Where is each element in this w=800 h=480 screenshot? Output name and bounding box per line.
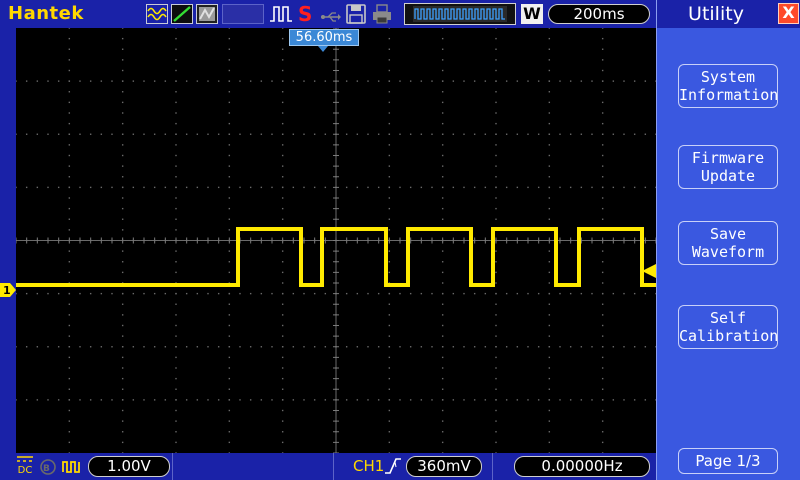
coupling-label: DC — [17, 465, 33, 476]
stop-indicator: S — [298, 2, 313, 26]
waveform-display[interactable] — [16, 28, 656, 453]
menu-item-label: Update — [700, 167, 756, 185]
menu-item-label: System — [700, 68, 756, 86]
menu-item-label: Calibration — [679, 327, 779, 345]
system-information-button[interactable]: System Information — [678, 64, 778, 108]
save-icon[interactable] — [346, 3, 366, 25]
menu-title-bar: Utility X — [657, 0, 800, 28]
menu-item-label: Self — [709, 309, 747, 327]
invert-icon[interactable] — [62, 458, 82, 476]
page-indicator-button[interactable]: Page 1/3 — [678, 448, 778, 474]
trigger-position-arrow-icon — [318, 46, 328, 52]
status-field — [222, 4, 264, 24]
coupling-indicator[interactable]: DC — [16, 455, 34, 477]
trigger-position-time[interactable]: 56.60ms — [289, 29, 359, 46]
close-button[interactable]: X — [778, 3, 799, 24]
persistence-icon[interactable] — [196, 4, 218, 24]
usb-icon — [320, 8, 342, 22]
print-icon[interactable] — [372, 3, 392, 25]
self-calibration-button[interactable]: Self Calibration — [678, 305, 778, 349]
graticule-and-trace — [16, 28, 656, 453]
ch1-volts-per-div[interactable]: 1.00V — [88, 456, 170, 477]
wave-badge: W — [521, 4, 543, 24]
trigger-level-marker-icon[interactable] — [642, 263, 656, 278]
frequency-readout: 0.00000Hz — [514, 456, 650, 477]
svg-text:B: B — [43, 464, 50, 474]
bottom-status-bar: DC B 1.00V CH1 360mV 0.00000Hz — [0, 453, 656, 480]
ch1-ground-marker[interactable]: 1 — [0, 282, 16, 297]
pulse-icon — [269, 4, 293, 24]
timebase-value[interactable]: 200ms — [548, 4, 650, 24]
separator — [172, 453, 173, 480]
firmware-update-button[interactable]: Firmware Update — [678, 145, 778, 189]
rising-edge-icon[interactable] — [384, 457, 402, 475]
utility-menu-panel: Utility X System Information Firmware Up… — [656, 0, 800, 480]
slope-icon[interactable] — [171, 4, 193, 24]
top-status-bar: Hantek S W 200ms — [0, 0, 656, 28]
menu-title: Utility — [688, 3, 744, 25]
waveform-position-preview[interactable] — [404, 3, 516, 25]
save-waveform-button[interactable]: Save Waveform — [678, 221, 778, 265]
ch1-marker-label: 1 — [3, 284, 11, 297]
menu-item-label: Save — [709, 225, 747, 243]
separator — [492, 453, 493, 480]
separator — [333, 453, 334, 480]
brand-logo: Hantek — [8, 3, 84, 24]
trigger-source[interactable]: CH1 — [353, 456, 384, 477]
menu-item-label: Information — [679, 86, 779, 104]
menu-item-label: Waveform — [691, 243, 765, 261]
wave-mode-icon[interactable] — [146, 4, 168, 24]
bandwidth-limit-icon[interactable]: B — [39, 458, 57, 476]
menu-item-label: Firmware — [691, 149, 765, 167]
trigger-level-value[interactable]: 360mV — [406, 456, 482, 477]
